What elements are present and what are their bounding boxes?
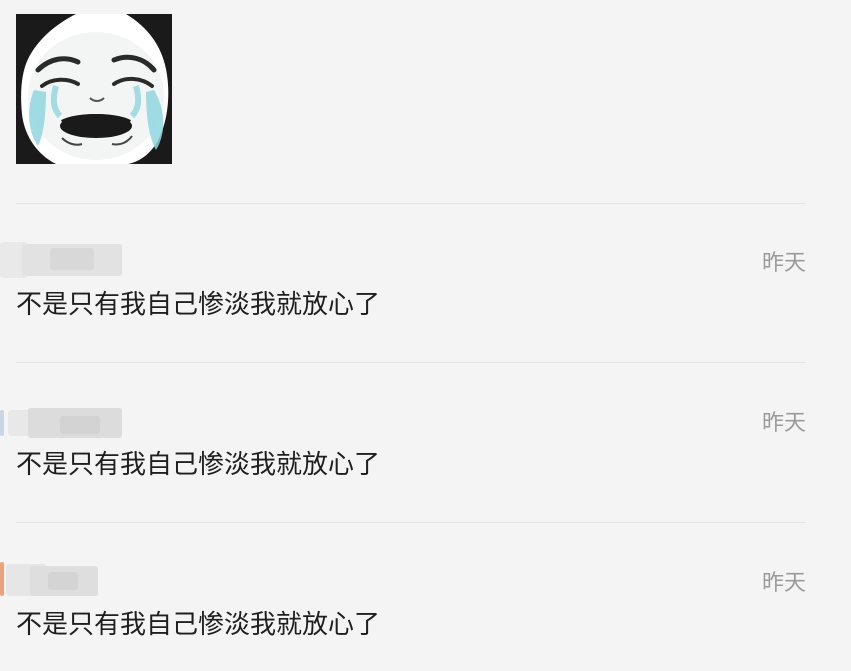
divider	[16, 203, 806, 204]
comment-item: 昨天 不是只有我自己惨淡我就放心了	[0, 242, 851, 352]
divider	[16, 522, 806, 523]
comment-timestamp: 昨天	[761, 411, 806, 436]
comment-item: 昨天 不是只有我自己惨淡我就放心了	[0, 562, 851, 671]
comment-text: 不是只有我自己惨淡我就放心了	[16, 450, 381, 480]
username-blurred[interactable]	[0, 242, 130, 282]
comment-list: 昨天 不是只有我自己惨淡我就放心了 昨天 不是只有我自己惨淡我就放心了 昨天 不…	[0, 0, 851, 671]
divider	[16, 362, 806, 363]
comment-timestamp: 昨天	[761, 571, 806, 596]
username-blurred[interactable]	[0, 562, 130, 602]
comment-item: 昨天 不是只有我自己惨淡我就放心了	[0, 402, 851, 512]
comment-text: 不是只有我自己惨淡我就放心了	[16, 290, 381, 320]
comment-timestamp: 昨天	[761, 251, 806, 276]
crying-panda-meme-icon	[16, 14, 172, 164]
comment-text: 不是只有我自己惨淡我就放心了	[16, 610, 381, 640]
sticker-image[interactable]	[16, 14, 172, 164]
username-blurred[interactable]	[0, 402, 130, 442]
